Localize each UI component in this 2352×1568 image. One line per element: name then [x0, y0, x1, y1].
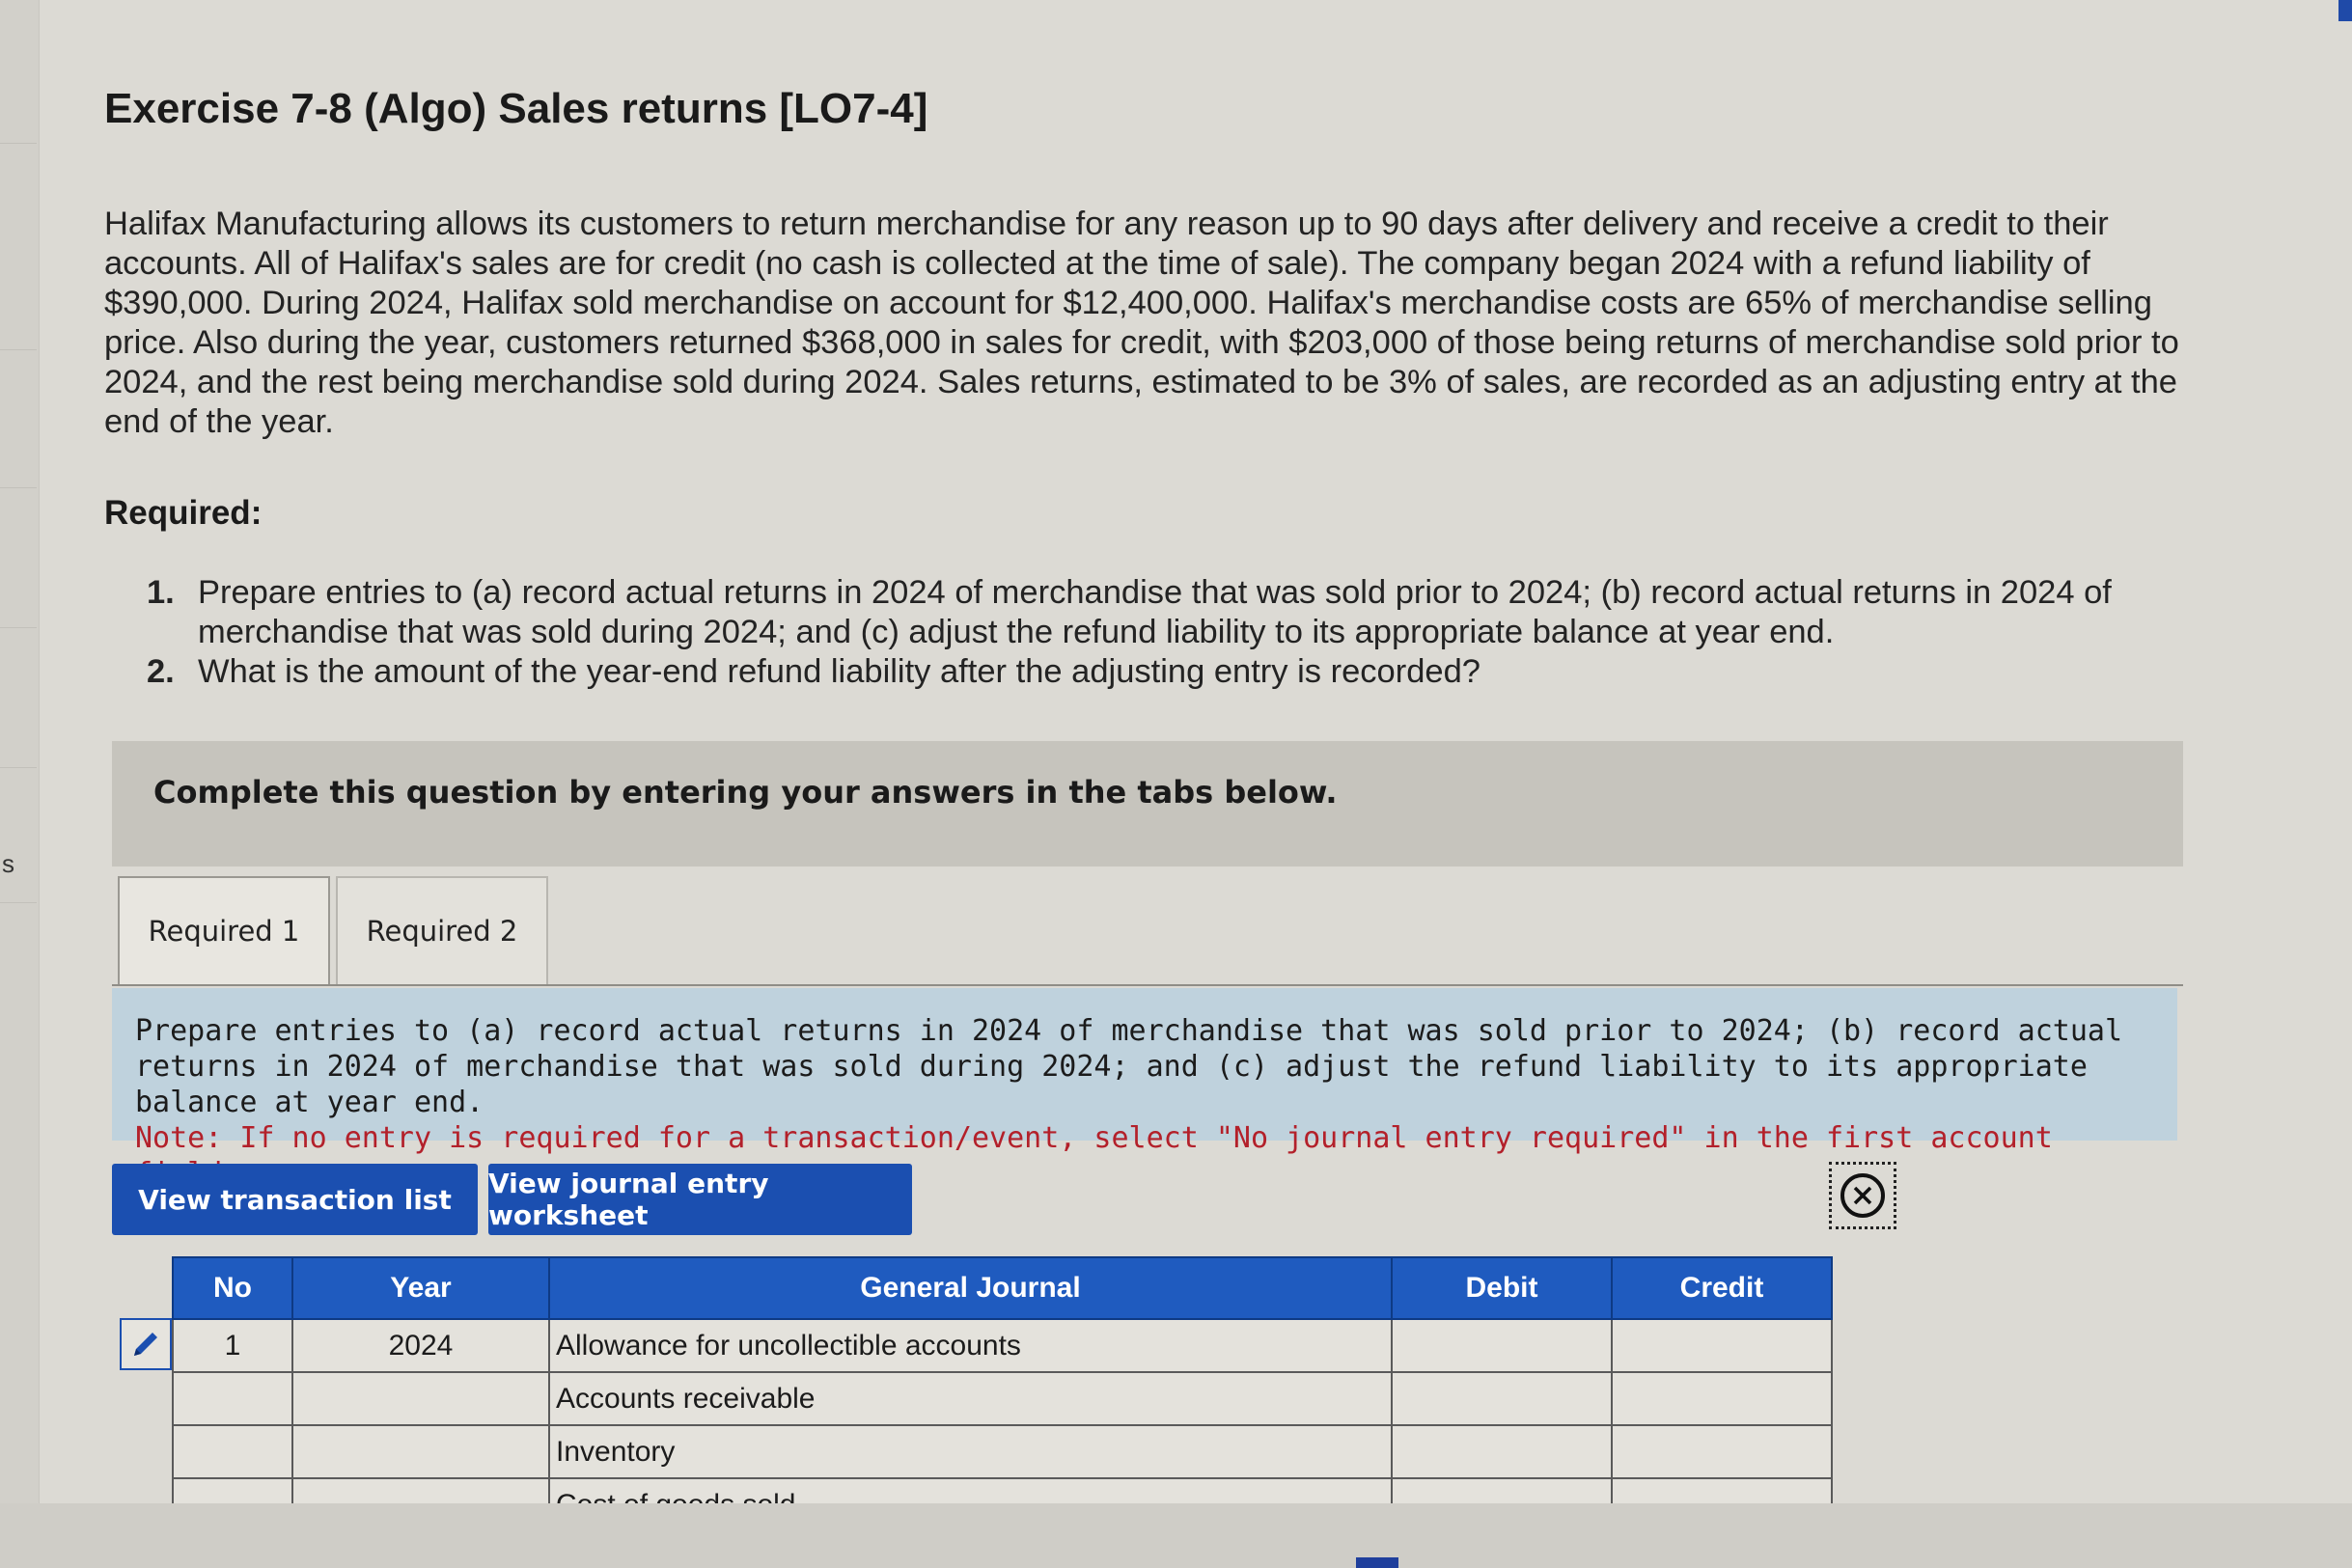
column-header-no: No: [172, 1256, 293, 1320]
debit-cell[interactable]: [1391, 1371, 1613, 1426]
entry-year-cell: 2024: [291, 1318, 550, 1373]
entry-year-cell: [291, 1371, 550, 1426]
close-circle-icon[interactable]: [1829, 1162, 1896, 1229]
exercise-intro: Halifax Manufacturing allows its custome…: [104, 206, 2179, 440]
credit-cell[interactable]: [1611, 1318, 1833, 1373]
entry-number-cell: [172, 1424, 293, 1479]
required-item: 1. Prepare entries to (a) record actual …: [145, 573, 2220, 652]
column-header-debit: Debit: [1391, 1256, 1613, 1320]
tab-divider: [112, 984, 2183, 986]
required-item-number: 2.: [147, 653, 175, 690]
complete-banner: Complete this question by entering your …: [112, 741, 2183, 867]
debit-cell[interactable]: [1391, 1424, 1613, 1479]
bottom-fade-region: [0, 1503, 2352, 1568]
account-cell[interactable]: Allowance for uncollectible accounts: [548, 1318, 1393, 1373]
entry-number-cell: 1: [172, 1318, 293, 1373]
edit-pencil-icon[interactable]: [120, 1318, 172, 1370]
column-header-credit: Credit: [1611, 1256, 1833, 1320]
table-row: Accounts receivable: [172, 1371, 1833, 1426]
table-row: 1 2024 Allowance for uncollectible accou…: [172, 1318, 1833, 1373]
required-heading: Required:: [104, 494, 263, 532]
general-journal-table: No Year General Journal Debit Credit 1 2…: [172, 1256, 1833, 1532]
column-header-year: Year: [291, 1256, 550, 1320]
credit-cell[interactable]: [1611, 1424, 1833, 1479]
required-item-text: What is the amount of the year-end refun…: [198, 653, 1480, 690]
column-header-general-journal: General Journal: [548, 1256, 1393, 1320]
account-cell[interactable]: Accounts receivable: [548, 1371, 1393, 1426]
debit-cell[interactable]: [1391, 1318, 1613, 1373]
entry-year-cell: [291, 1424, 550, 1479]
tab-required-1[interactable]: Required 1: [118, 876, 330, 984]
instructions-panel: Prepare entries to (a) record actual ret…: [112, 988, 2177, 1191]
complete-banner-text: Complete this question by entering your …: [153, 774, 1338, 811]
window-corner-marker: [2338, 0, 2352, 21]
required-item: 2. What is the amount of the year-end re…: [145, 652, 2220, 692]
required-item-text: Prepare entries to (a) record actual ret…: [198, 574, 2112, 650]
view-journal-entry-worksheet-button[interactable]: View journal entry worksheet: [488, 1164, 912, 1235]
entry-number-cell: [172, 1371, 293, 1426]
exercise-title: Exercise 7-8 (Algo) Sales returns [LO7-4…: [104, 85, 928, 132]
left-panel-edge: [0, 0, 40, 1568]
side-panel-letter: s: [2, 849, 14, 878]
view-transaction-list-button[interactable]: View transaction list: [112, 1164, 478, 1235]
required-list: 1. Prepare entries to (a) record actual …: [145, 573, 2220, 692]
account-cell[interactable]: Inventory: [548, 1424, 1393, 1479]
tab-required-2[interactable]: Required 2: [336, 876, 548, 984]
required-item-number: 1.: [147, 574, 175, 611]
journal-header-row: No Year General Journal Debit Credit: [172, 1256, 1833, 1320]
bottom-indicator: [1356, 1557, 1398, 1568]
instructions-text: Prepare entries to (a) record actual ret…: [135, 1014, 2123, 1119]
table-row: Inventory: [172, 1424, 1833, 1479]
credit-cell[interactable]: [1611, 1371, 1833, 1426]
